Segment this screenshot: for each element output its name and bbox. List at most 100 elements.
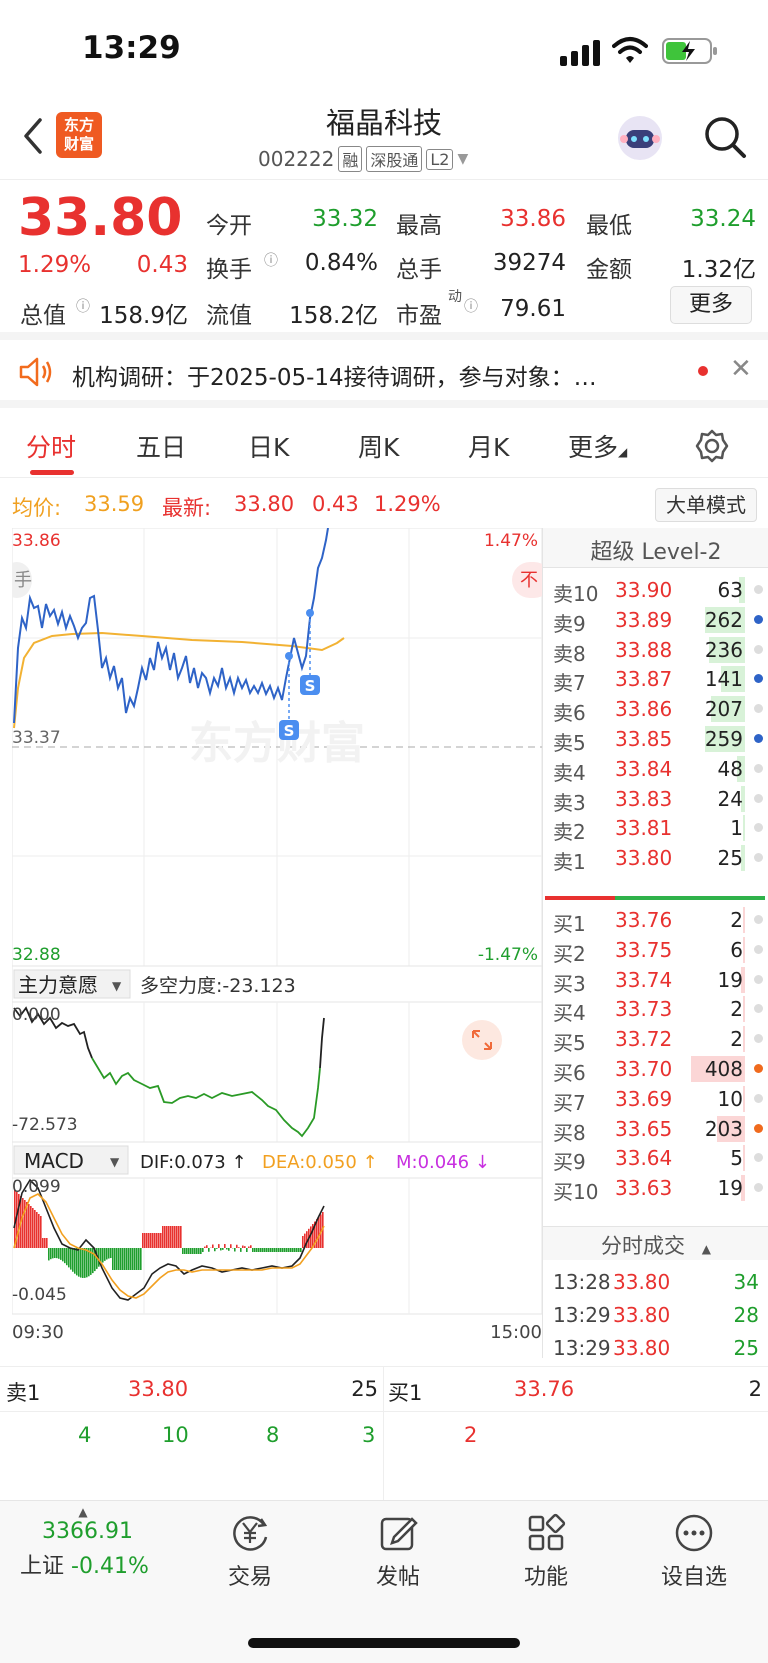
tab-five-day[interactable]: 五日 [136, 428, 186, 464]
macd-bar [246, 1248, 248, 1252]
last-pct: 1.29% [374, 492, 441, 516]
macd-bar [264, 1248, 266, 1252]
side-left-label[interactable]: 手 [14, 570, 32, 591]
status-time: 13:29 [82, 30, 181, 66]
wifi-icon [612, 37, 648, 63]
ask-row[interactable]: 卖10 33.90 63 [543, 574, 768, 606]
level-price: 33.73 [615, 997, 673, 1022]
trades-title-row[interactable]: 分时成交 ▲ [543, 1230, 768, 1260]
macd-bar [116, 1248, 118, 1270]
tab-weekly-k[interactable]: 周K [358, 428, 399, 464]
expand-icon[interactable] [462, 1020, 502, 1060]
nav-add-watchlist[interactable]: 设自选 [644, 1511, 744, 1591]
macd-bar [170, 1226, 172, 1248]
level-price: 33.76 [615, 908, 673, 932]
dropdown-caret-icon[interactable]: ▼ [457, 151, 468, 167]
bid-row[interactable]: 买6 33.70 408 [543, 1053, 768, 1085]
settings-gear-icon[interactable] [694, 428, 730, 464]
tab-intraday[interactable]: 分时 [26, 428, 76, 464]
macd-bar [302, 1236, 304, 1248]
tab-more[interactable]: 更多◢ [568, 428, 627, 464]
bid-row[interactable]: 买1 33.76 2 [543, 904, 768, 936]
macd-bar [132, 1248, 134, 1270]
level-label: 卖4 [553, 760, 586, 785]
order-dot-icon [754, 1153, 763, 1163]
macd-bar [50, 1248, 52, 1260]
level-volume: 6 [730, 937, 743, 962]
level2-order-book[interactable]: 超级 Level-2 卖10 33.90 63 卖9 33.89 262 卖8 33.88 23… [542, 528, 768, 1360]
macd-bar [274, 1248, 276, 1252]
intraday-chart-svg[interactable]: 东方财富 S S 手 不 33.86 33.37 32.88 1.47% -1.… [2, 527, 552, 1366]
ask-row[interactable]: 卖7 33.87 141 [543, 663, 768, 695]
level-label: 卖9 [553, 611, 586, 636]
time-start-label: 09:30 [12, 1322, 64, 1343]
bid-row[interactable]: 买5 33.72 2 [543, 1023, 768, 1055]
avg-label: 均价: [12, 496, 62, 520]
nav-functions[interactable]: 功能 [496, 1511, 596, 1591]
macd-bar [224, 1244, 226, 1248]
bid-row[interactable]: 买10 33.63 19 [543, 1172, 768, 1204]
pe-value: 79.61 [500, 296, 566, 322]
close-icon[interactable]: ✕ [730, 354, 752, 384]
ask-row[interactable]: 卖1 33.80 25 [543, 842, 768, 874]
more-button[interactable]: 更多 [670, 286, 752, 324]
macd-bar [284, 1248, 286, 1252]
ask-row[interactable]: 卖2 33.81 1 [543, 812, 768, 844]
ask-row[interactable]: 卖3 33.83 24 [543, 783, 768, 815]
tab-monthly-k[interactable]: 月K [468, 428, 509, 464]
order-dot-icon [754, 915, 763, 924]
macd-bar [62, 1248, 64, 1262]
side-right-label[interactable]: 不 [520, 570, 538, 591]
macd-bar [188, 1248, 190, 1254]
ask-row[interactable]: 卖6 33.86 207 [543, 693, 768, 726]
ask1-split: 3 [362, 1423, 376, 1447]
macd-bar [268, 1248, 270, 1252]
intraday-chart-area[interactable]: 东方财富 S S 手 不 33.86 33.37 32.88 1.47% -1.… [2, 527, 552, 1366]
search-icon[interactable] [702, 114, 748, 160]
level-volume: 48 [717, 756, 743, 781]
assistant-robot-icon[interactable] [614, 112, 666, 164]
macd-selector[interactable]: MACD ▼ [13, 1145, 129, 1175]
sell-marker-icon[interactable]: S [300, 675, 320, 695]
notice-text[interactable]: 机构调研：于2025-05-14接待调研，参与对象：… [72, 358, 662, 392]
ask-row[interactable]: 卖4 33.84 48 [543, 753, 768, 785]
float-value: 158.2亿 [289, 303, 378, 329]
ask-row[interactable]: 卖5 33.85 259 [543, 723, 768, 755]
info-icon[interactable]: ⓘ [264, 250, 278, 270]
level-volume: 262 [704, 607, 743, 632]
bid-row[interactable]: 买7 33.69 10 [543, 1083, 768, 1115]
info-icon[interactable]: ⓘ [76, 296, 90, 316]
sell-marker-icon[interactable]: S [279, 720, 299, 740]
ask-row[interactable]: 卖8 33.88 236 [543, 634, 768, 666]
macd-bar [194, 1248, 196, 1254]
turnover-label: 换手 [206, 257, 252, 283]
indicator-selector[interactable]: 主力意愿 ▼ [13, 969, 131, 999]
indicator-bottom-label: -72.573 [12, 1115, 78, 1135]
nav-trade[interactable]: 交易 [200, 1511, 300, 1591]
price-line [13, 527, 329, 724]
bid-row[interactable]: 买9 33.64 5 [543, 1142, 768, 1175]
level-price: 33.69 [615, 1086, 673, 1111]
order-dot-icon [754, 1034, 763, 1044]
bid-row[interactable]: 买4 33.73 2 [543, 993, 768, 1025]
level-label: 买9 [553, 1150, 586, 1175]
stock-code-line[interactable]: 002222 融 深股通 L2 ▼ [258, 146, 468, 172]
order-dot-icon [754, 644, 763, 654]
macd-bar [118, 1248, 120, 1270]
notice-bar[interactable]: 机构调研：于2025-05-14接待调研，参与对象：… ✕ [0, 340, 768, 408]
macd-bar [208, 1248, 210, 1252]
low-value: 33.24 [690, 206, 756, 232]
big-order-mode-button[interactable]: 大单模式 [655, 488, 757, 522]
nav-post[interactable]: 发帖 [348, 1511, 448, 1591]
caret-up-icon: ▲ [701, 1242, 711, 1256]
tab-daily-k[interactable]: 日K [248, 428, 289, 464]
bid-row[interactable]: 买8 33.65 203 [543, 1113, 768, 1145]
ask-row[interactable]: 卖9 33.89 262 [543, 604, 768, 636]
volume-bar [743, 907, 745, 933]
bid-row[interactable]: 买3 33.74 19 [543, 964, 768, 996]
index-ticker[interactable]: ▲ 3366.91 上证 -0.41% [20, 1505, 180, 1580]
svg-text:S: S [305, 677, 316, 695]
macd-bar [114, 1248, 116, 1270]
bid-row[interactable]: 买2 33.75 6 [543, 934, 768, 966]
level-label: 卖6 [553, 701, 586, 726]
